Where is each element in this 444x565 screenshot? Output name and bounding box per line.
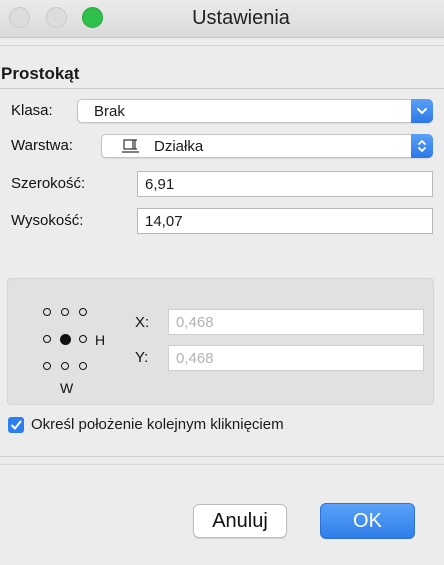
layer-icon [122, 139, 139, 153]
anchor-top-right[interactable] [79, 308, 87, 316]
layer-label: Warstwa: [11, 137, 73, 154]
cancel-button[interactable]: Anuluj [193, 504, 287, 538]
click-position-label: Określ położenie kolejnym kliknięciem [31, 416, 284, 433]
x-label: X: [135, 314, 150, 331]
y-input[interactable]: 0,468 [168, 345, 424, 371]
anchor-middle-left[interactable] [43, 335, 51, 343]
class-select-arrow[interactable] [411, 99, 433, 123]
layer-select-value: Działka [154, 138, 204, 155]
ok-button[interactable]: OK [320, 503, 415, 539]
window-title: Ustawienia [192, 7, 290, 29]
bottom-separator-2 [0, 464, 444, 465]
anchor-bottom-right[interactable] [79, 362, 87, 370]
anchor-bottom-center[interactable] [61, 362, 69, 370]
up-down-chevron-icon [418, 140, 426, 152]
anchor-middle-center[interactable] [60, 334, 71, 345]
section-title: Prostokąt [1, 64, 80, 83]
class-label: Klasa: [11, 102, 53, 119]
anchor-width-label: W [60, 380, 74, 396]
chevron-down-icon [417, 108, 427, 114]
y-label: Y: [135, 349, 149, 366]
height-label: Wysokość: [11, 212, 84, 229]
top-separator [0, 45, 444, 46]
anchor-top-left[interactable] [43, 308, 51, 316]
anchor-top-center[interactable] [61, 308, 69, 316]
layer-select-arrow[interactable] [411, 134, 433, 158]
checkmark-icon [11, 420, 22, 430]
section-divider [0, 88, 444, 89]
position-panel: H W X: 0,468 Y: 0,468 [7, 278, 434, 405]
layer-select[interactable]: Działka [101, 134, 433, 158]
bottom-separator [0, 456, 444, 457]
title-bar: Ustawienia [0, 0, 444, 38]
width-label: Szerokość: [11, 175, 86, 192]
width-input[interactable]: 6,91 [137, 171, 433, 197]
x-input[interactable]: 0,468 [168, 309, 424, 335]
click-position-checkbox[interactable] [8, 417, 24, 433]
anchor-height-label: H [95, 332, 106, 348]
anchor-bottom-left[interactable] [43, 362, 51, 370]
class-select-value: Brak [94, 103, 125, 120]
anchor-middle-right[interactable] [79, 335, 87, 343]
height-input[interactable]: 14,07 [137, 208, 433, 234]
class-select[interactable]: Brak [77, 99, 433, 123]
